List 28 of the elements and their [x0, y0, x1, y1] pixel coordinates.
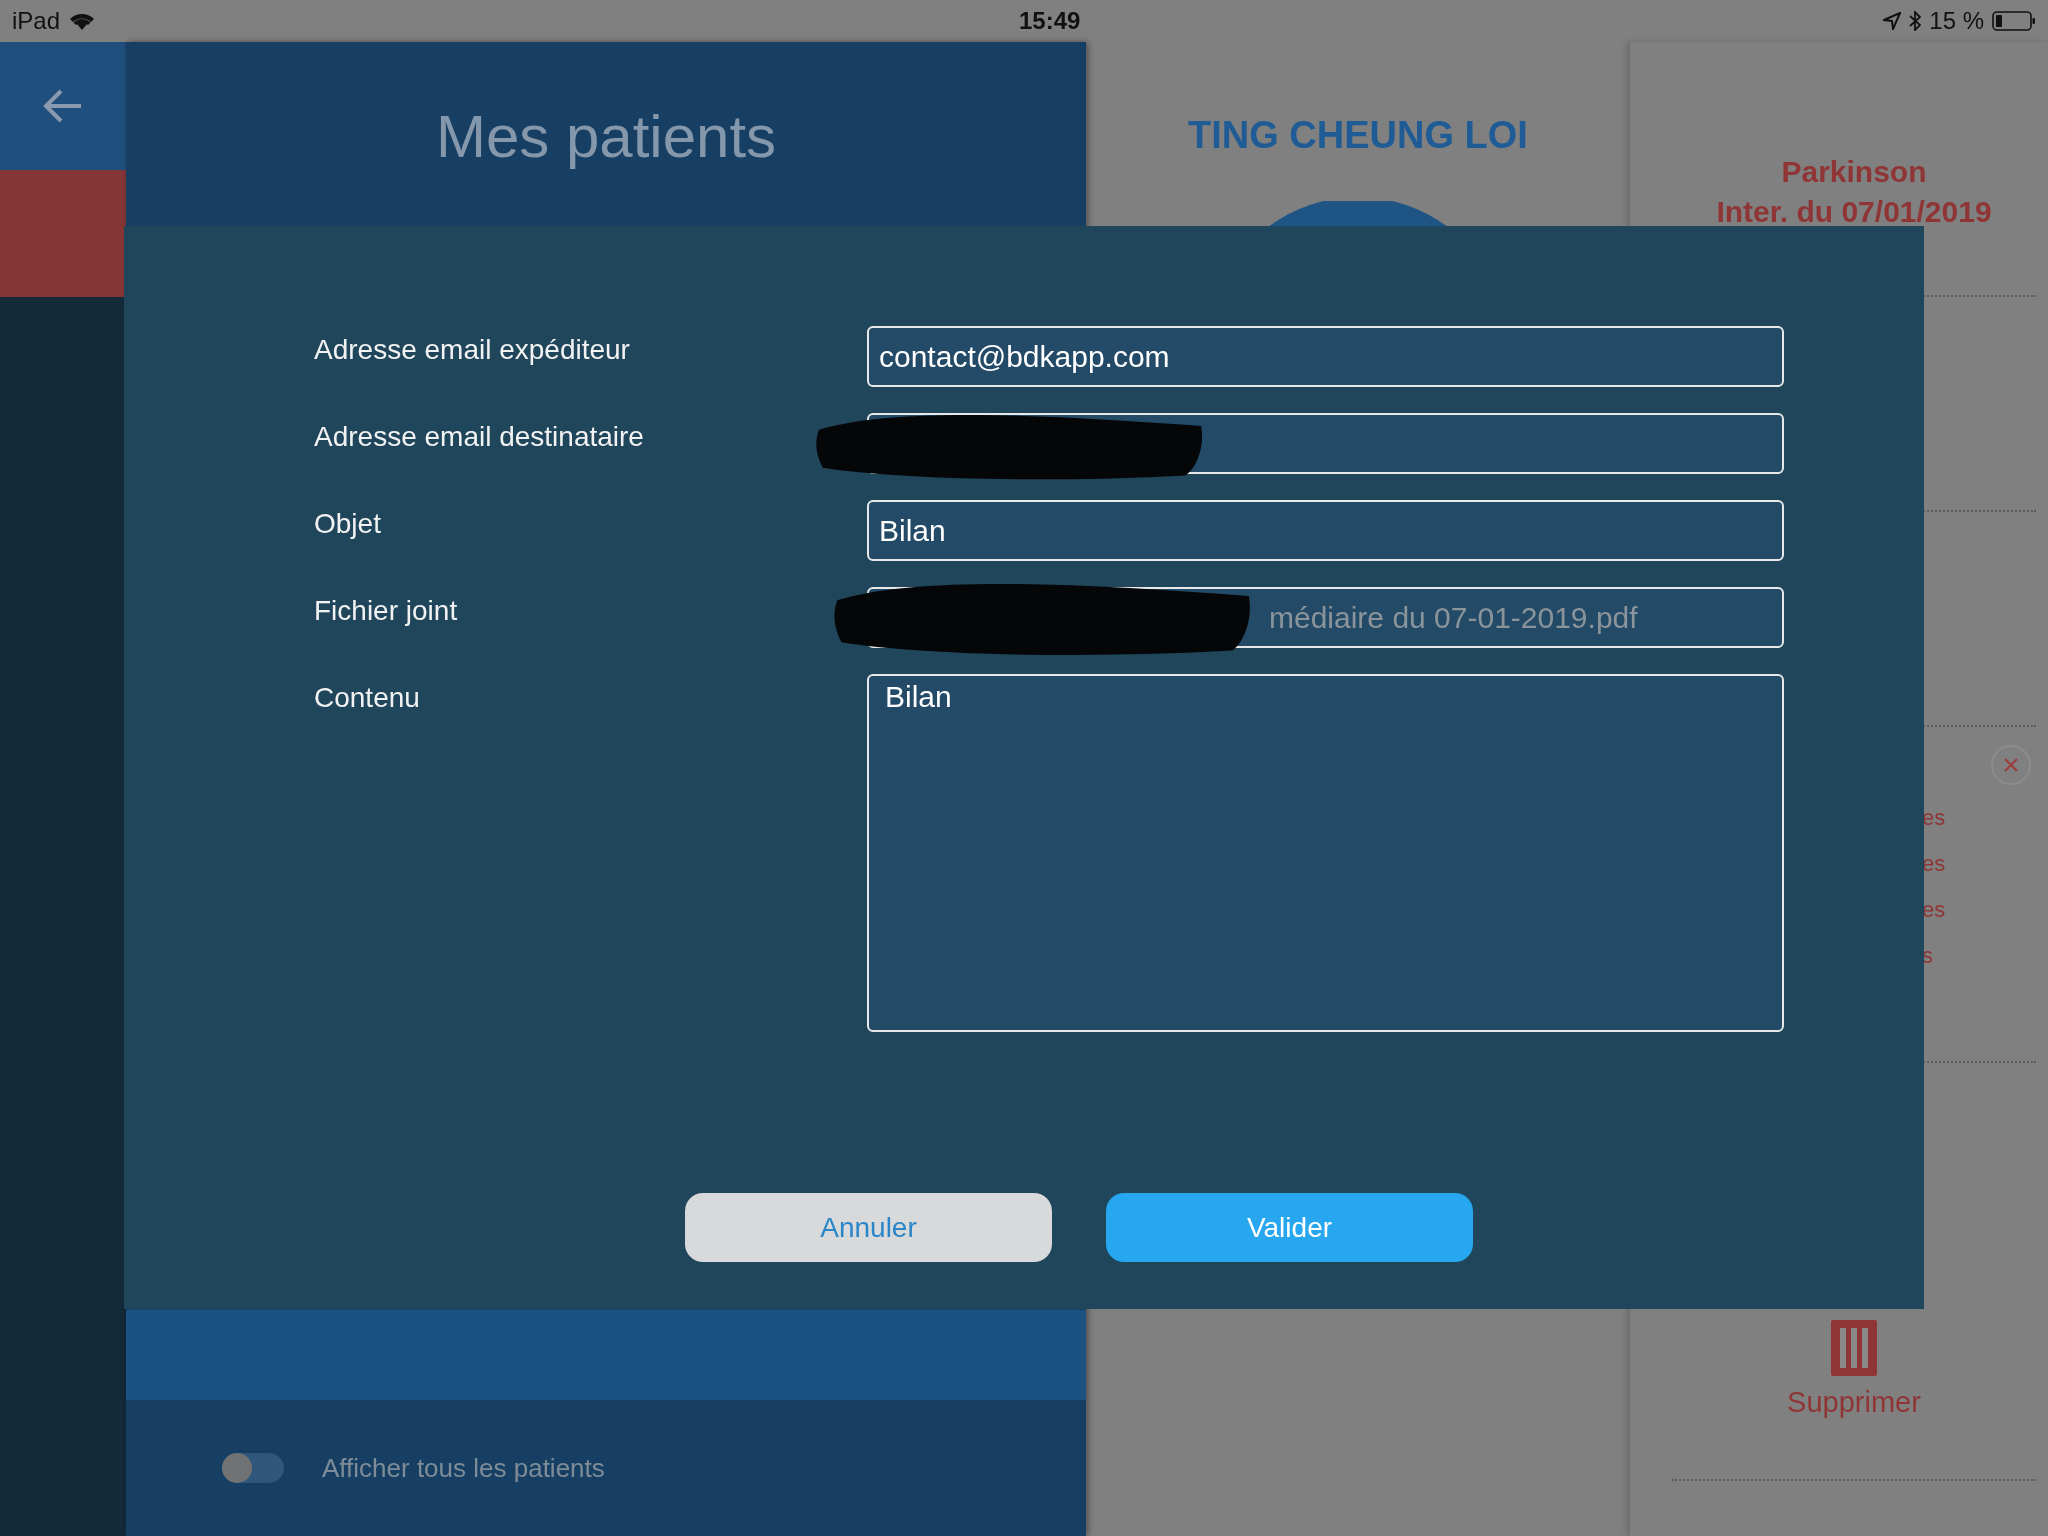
battery-icon: [1992, 11, 2036, 31]
back-button[interactable]: [0, 42, 126, 170]
clock-time: 15:49: [1018, 7, 1081, 35]
field-label: Adresse email destinataire: [314, 420, 645, 454]
input-field[interactable]: contact@bdkapp.com: [867, 326, 1784, 387]
assessment-date: Inter. du 07/01/2019: [1716, 194, 1992, 230]
toggle-switch[interactable]: [222, 1453, 284, 1483]
patient-name: TING CHEUNG LOI: [1188, 114, 1528, 157]
message-textarea[interactable]: Bilan: [867, 674, 1784, 1032]
close-icon[interactable]: [1990, 744, 2032, 786]
field-label: Objet: [314, 507, 382, 541]
back-arrow-icon: [43, 88, 83, 124]
cancel-button[interactable]: Annuler: [685, 1193, 1052, 1262]
field-label: Fichier joint: [314, 594, 459, 628]
trash-icon[interactable]: [1831, 1320, 1877, 1376]
device-name: iPad: [12, 7, 61, 35]
field-label: Adresse email expéditeur: [314, 333, 631, 367]
field-label: Contenu: [314, 681, 421, 715]
input-field[interactable]: Bilan: [867, 500, 1784, 561]
bluetooth-icon: [1909, 11, 1922, 31]
panel-title: Mes patients: [435, 102, 777, 172]
validate-button[interactable]: Valider: [1106, 1193, 1473, 1262]
toggle-label: Afficher tous les patients: [322, 1452, 605, 1484]
delete-label[interactable]: Supprimer: [1787, 1386, 1921, 1419]
battery-percent: 15 %: [1929, 7, 1984, 35]
wifi-icon: [68, 11, 97, 31]
location-icon: [1883, 12, 1902, 30]
assessment-title: Parkinson: [1781, 154, 1927, 190]
